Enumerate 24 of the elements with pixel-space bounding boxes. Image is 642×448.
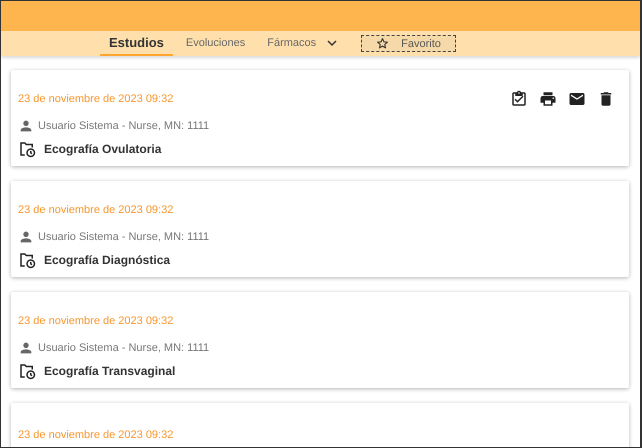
record-author: Usuario Sistema - Nurse, MN: 1111 — [38, 231, 210, 243]
star-icon — [376, 37, 390, 50]
record-date: 23 de noviembre de 2023 09:32 — [18, 93, 174, 105]
record-title: Ecografía Transvaginal — [44, 364, 176, 378]
tab[interactable]: Estudios — [100, 31, 173, 56]
record-date: 23 de noviembre de 2023 09:32 — [18, 429, 174, 441]
record-date: 23 de noviembre de 2023 09:32 — [18, 315, 174, 327]
favorite-button[interactable]: Favorito — [361, 35, 456, 52]
record-title: Ecografía Ovulatoria — [44, 142, 162, 156]
record-author: Usuario Sistema - Nurse, MN: 1111 — [38, 120, 210, 132]
folder-clock-icon — [18, 362, 36, 380]
print-icon[interactable] — [539, 90, 557, 108]
person-icon — [18, 340, 34, 356]
person-icon — [18, 118, 34, 134]
record-author: Usuario Sistema - Nurse, MN: 1111 — [38, 342, 210, 354]
folder-clock-icon — [18, 251, 36, 269]
person-icon — [18, 229, 34, 245]
mail-icon[interactable] — [568, 90, 586, 108]
clipboard-check-icon[interactable] — [510, 90, 528, 108]
record-date: 23 de noviembre de 2023 09:32 — [18, 204, 174, 216]
record-title: Ecografía Diagnóstica — [44, 253, 170, 267]
tab[interactable]: Fármacos — [258, 31, 348, 56]
folder-clock-icon — [18, 140, 36, 158]
tab[interactable]: Evoluciones — [176, 31, 254, 56]
